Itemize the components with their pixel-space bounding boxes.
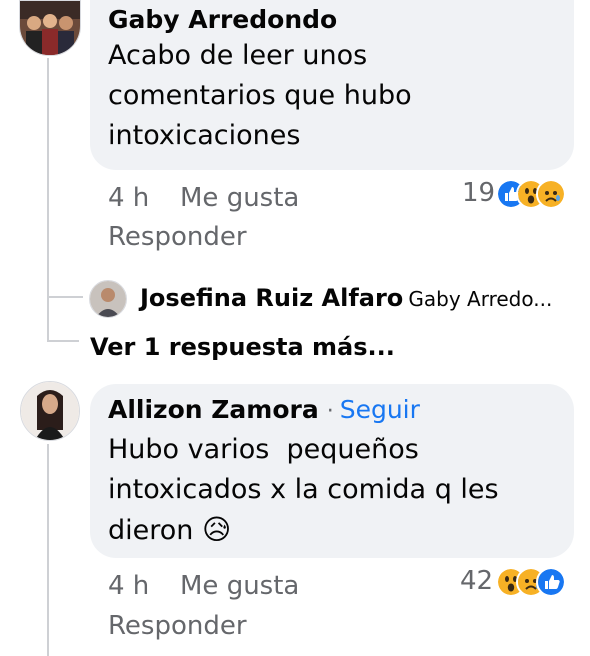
sad-relieved-emoji-icon: 😥	[201, 513, 232, 546]
comment-time[interactable]: 4 h	[108, 570, 149, 602]
reply-button[interactable]: Responder	[108, 221, 247, 253]
profile-photo-icon	[90, 281, 126, 317]
like-button[interactable]: Me gusta	[180, 570, 299, 602]
comment-text-line: intoxicaciones	[108, 120, 301, 151]
separator-dot: ·	[326, 399, 334, 424]
thread-branch	[47, 296, 83, 298]
comment-text-line: intoxicados x la comida q les	[108, 474, 499, 505]
like-button[interactable]: Me gusta	[180, 182, 299, 214]
thread-line	[47, 444, 49, 656]
reply-button[interactable]: Responder	[108, 610, 247, 642]
group-photo-icon	[20, 1, 80, 55]
avatar[interactable]	[20, 381, 80, 441]
comment-bubble: Gaby Arredondo Acabo de leer unos coment…	[90, 0, 574, 170]
profile-photo-icon	[21, 382, 79, 440]
comment-bubble: Allizon Zamora · Seguir Hubo varios pequeñ…	[90, 384, 574, 558]
reply-preview[interactable]: Josefina Ruiz Alfaro Gaby Arredo...	[140, 281, 552, 318]
reaction-summary[interactable]	[496, 567, 576, 597]
like-reaction-icon	[536, 567, 566, 597]
reply-snippet: Gaby Arredo...	[408, 287, 553, 311]
view-more-replies-link[interactable]: Ver 1 respuesta más...	[90, 330, 395, 364]
comment-text-line: Hubo varios pequeños	[108, 434, 419, 465]
avatar[interactable]	[19, 0, 81, 56]
comment-text-line: Acabo de leer unos	[108, 40, 368, 71]
comment-text-fragment: dieron	[108, 515, 202, 546]
reaction-count[interactable]: 42	[460, 566, 493, 596]
comment-author[interactable]: Allizon Zamora	[108, 395, 319, 424]
reply-author[interactable]: Josefina Ruiz Alfaro	[140, 284, 403, 312]
comment-time[interactable]: 4 h	[108, 182, 149, 214]
comment-text-line: dieron 😥	[108, 510, 556, 551]
comment-author-row: Allizon Zamora · Seguir	[108, 392, 556, 430]
thread-branch	[47, 340, 79, 342]
sad-reaction-icon	[536, 179, 566, 209]
comment-author[interactable]: Gaby Arredondo	[108, 4, 556, 36]
follow-button[interactable]: Seguir	[340, 395, 420, 424]
reaction-summary[interactable]	[496, 179, 576, 209]
avatar[interactable]	[89, 280, 127, 318]
comment-text-line: comentarios que hubo	[108, 80, 412, 111]
reaction-count[interactable]: 19	[462, 178, 495, 208]
